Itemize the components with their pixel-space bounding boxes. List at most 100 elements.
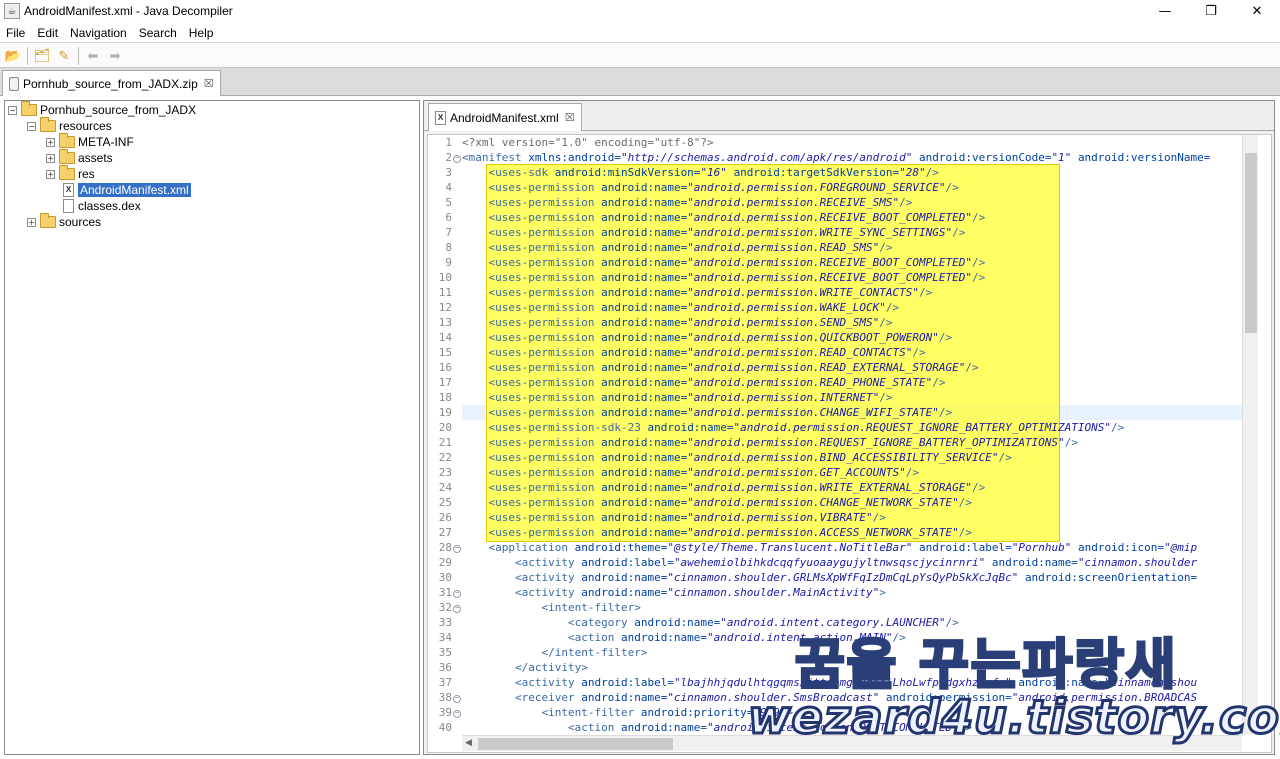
- line-number: 35: [438, 646, 452, 659]
- code-line: <uses-permission android:name="android.p…: [488, 496, 972, 509]
- menu-file[interactable]: File: [0, 26, 31, 40]
- minimize-button[interactable]: —: [1142, 0, 1188, 22]
- code-line: <uses-permission android:name="android.p…: [488, 181, 959, 194]
- tree-item-classes-dex[interactable]: classes.dex: [59, 198, 141, 214]
- fold-toggle-icon[interactable]: −: [453, 590, 461, 598]
- fold-toggle-icon[interactable]: −: [453, 605, 461, 613]
- code-line: <uses-permission android:name="android.p…: [488, 391, 893, 404]
- code-line: <category android:name="android.intent.c…: [567, 616, 959, 629]
- fold-toggle-icon[interactable]: −: [453, 545, 461, 553]
- expand-icon[interactable]: +: [27, 217, 36, 227]
- open-type-icon[interactable]: 🗂: [32, 46, 52, 66]
- line-number: 23: [438, 466, 452, 479]
- line-number: 33: [438, 616, 452, 629]
- code-line: <uses-sdk android:minSdkVersion="16" and…: [488, 166, 939, 179]
- code-line: <uses-permission android:name="android.p…: [488, 451, 1012, 464]
- expand-icon[interactable]: +: [46, 153, 55, 163]
- maximize-button[interactable]: ❐: [1188, 0, 1234, 22]
- tree-item-root[interactable]: − Pornhub_source_from_JADX: [8, 101, 196, 118]
- collapse-icon[interactable]: −: [27, 121, 36, 131]
- window-controls: — ❐ ✕: [1142, 0, 1280, 22]
- code-line: <uses-permission android:name="android.p…: [488, 196, 913, 209]
- line-number: 14: [438, 331, 452, 344]
- code-line: <uses-permission android:name="android.p…: [488, 301, 900, 314]
- tree-item-assets[interactable]: + assets: [46, 149, 113, 166]
- back-arrow-icon[interactable]: ⬅: [83, 46, 103, 66]
- line-number: 9: [445, 256, 452, 269]
- code-line: <uses-permission android:name="android.p…: [488, 361, 979, 374]
- menu-edit[interactable]: Edit: [31, 26, 64, 40]
- line-number: 4: [445, 181, 452, 194]
- tree-item-sources[interactable]: + sources: [27, 213, 101, 230]
- menu-navigation[interactable]: Navigation: [64, 26, 133, 40]
- folder-open-icon: [21, 101, 37, 116]
- file-tab[interactable]: Pornhub_source_from_JADX.zip ☒: [2, 70, 221, 96]
- tree-item-label: res: [78, 167, 95, 181]
- forward-arrow-icon[interactable]: ➡: [105, 46, 125, 66]
- xml-file-icon: X: [435, 110, 446, 125]
- fold-toggle-icon[interactable]: −: [453, 155, 461, 163]
- line-number: 25: [438, 496, 452, 509]
- jar-file-icon: [9, 76, 19, 91]
- line-number: 10: [438, 271, 452, 284]
- tree-panel: − Pornhub_source_from_JADX − resources +…: [4, 100, 420, 755]
- code-line: <intent-filter android:priority="999">: [541, 706, 794, 719]
- horizontal-scrollbar[interactable]: ◀: [462, 735, 1242, 751]
- line-number: 12: [438, 301, 452, 314]
- tree-item-androidmanifest[interactable]: X AndroidManifest.xml: [59, 182, 191, 198]
- line-number: 15: [438, 346, 452, 359]
- close-tab-icon[interactable]: ☒: [204, 77, 214, 90]
- xml-file-icon: X: [63, 183, 74, 197]
- editor-tab-label: AndroidManifest.xml: [450, 110, 559, 125]
- fold-toggle-icon[interactable]: −: [453, 710, 461, 718]
- search-icon[interactable]: ✎: [54, 46, 74, 66]
- code-line: <uses-permission-sdk-23 android:name="an…: [488, 421, 1125, 434]
- line-number: 40: [438, 721, 452, 734]
- collapse-icon[interactable]: −: [8, 105, 17, 115]
- editor-tab[interactable]: X AndroidManifest.xml ☒: [428, 103, 582, 131]
- code-line: <uses-permission android:name="android.p…: [488, 346, 926, 359]
- line-number: 26: [438, 511, 452, 524]
- code-line: </intent-filter>: [541, 646, 648, 659]
- horizontal-scroll-thumb[interactable]: [478, 738, 673, 750]
- close-button[interactable]: ✕: [1234, 0, 1280, 22]
- expand-icon[interactable]: +: [46, 169, 55, 179]
- code-line: <uses-permission android:name="android.p…: [488, 376, 946, 389]
- close-tab-icon[interactable]: ☒: [565, 111, 575, 124]
- folder-icon: [40, 213, 56, 228]
- line-number: 7: [445, 226, 452, 239]
- tree-item-meta-inf[interactable]: + META-INF: [46, 133, 134, 150]
- line-number: 17: [438, 376, 452, 389]
- expand-icon[interactable]: +: [46, 137, 55, 147]
- menu-help[interactable]: Help: [183, 26, 220, 40]
- tree-item-label: AndroidManifest.xml: [78, 183, 191, 197]
- code-line: <uses-permission android:name="android.p…: [488, 226, 966, 239]
- line-number: 21: [438, 436, 452, 449]
- editor-tab-bar: X AndroidManifest.xml ☒: [424, 101, 1274, 131]
- code-line: <action android:name="android.intent.act…: [567, 721, 972, 734]
- line-number: 11: [438, 286, 452, 299]
- code-line: <action android:name="android.intent.act…: [567, 631, 906, 644]
- tree-item-label: META-INF: [78, 135, 134, 149]
- line-number: 13: [438, 316, 452, 329]
- folder-open-icon: [40, 117, 56, 132]
- scroll-left-icon[interactable]: ◀: [465, 738, 472, 748]
- line-number: 28: [438, 541, 452, 554]
- toolbar-separator: [78, 46, 79, 65]
- tree-item-label: assets: [78, 151, 113, 165]
- tree-item-res[interactable]: + res: [46, 165, 95, 182]
- code-area[interactable]: <?xml version="1.0" encoding="utf-8"?> <m…: [462, 135, 1242, 735]
- vertical-scroll-thumb[interactable]: [1245, 153, 1257, 333]
- menu-search[interactable]: Search: [133, 26, 183, 40]
- tree-item-resources[interactable]: − resources: [27, 117, 112, 134]
- code-line: <uses-permission android:name="android.p…: [488, 481, 986, 494]
- fold-toggle-icon[interactable]: −: [453, 695, 461, 703]
- menu-bar: File Edit Navigation Search Help: [0, 23, 1280, 43]
- line-number: 30: [438, 571, 452, 584]
- vertical-scrollbar[interactable]: [1242, 135, 1258, 735]
- folder-open-icon[interactable]: 📂: [3, 46, 23, 66]
- file-tab-bar: Pornhub_source_from_JADX.zip ☒: [0, 68, 1280, 96]
- file-tab-label: Pornhub_source_from_JADX.zip: [23, 76, 198, 91]
- code-editor[interactable]: 1 2−3 4 5 6 7 8 9 10 11 12 13 14 15 16 17 18 19 20 21 22 23 24…: [427, 134, 1272, 753]
- line-number: 18: [438, 391, 452, 404]
